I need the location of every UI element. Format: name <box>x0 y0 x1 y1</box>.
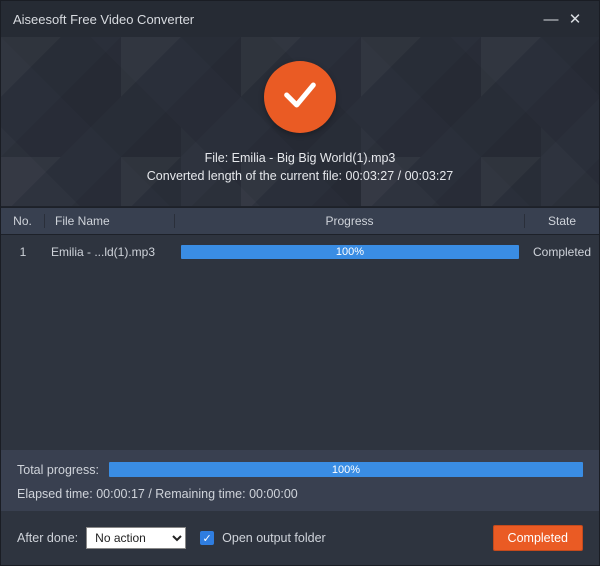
cell-progress: 100% <box>175 245 525 259</box>
after-done-label: After done: <box>17 531 78 545</box>
file-rows: 1 Emilia - ...ld(1).mp3 100% Completed <box>1 235 599 450</box>
close-button[interactable]: ✕ <box>563 10 587 28</box>
table-header: No. File Name Progress State <box>1 207 599 235</box>
col-header-state: State <box>525 214 599 228</box>
col-header-no: No. <box>1 214 45 228</box>
success-circle <box>264 61 336 133</box>
status-banner: File: Emilia - Big Big World(1).mp3 Conv… <box>1 37 599 207</box>
open-output-checkbox[interactable]: ✓ <box>200 531 214 545</box>
check-icon <box>280 75 320 118</box>
minimize-button[interactable]: ― <box>539 11 563 28</box>
col-header-name: File Name <box>45 214 175 228</box>
completed-button[interactable]: Completed <box>493 525 583 551</box>
cell-no: 1 <box>1 245 45 259</box>
app-title: Aiseesoft Free Video Converter <box>13 12 539 27</box>
action-bar: After done: No action ✓ Open output fold… <box>1 511 599 565</box>
col-header-progress: Progress <box>175 214 525 228</box>
cell-name: Emilia - ...ld(1).mp3 <box>45 245 175 259</box>
total-progress-panel: Total progress: 100% Elapsed time: 00:00… <box>1 450 599 511</box>
current-file-label: File: Emilia - Big Big World(1).mp3 <box>205 151 396 165</box>
converted-length-label: Converted length of the current file: 00… <box>147 169 453 183</box>
cell-state: Completed <box>525 245 599 259</box>
time-summary: Elapsed time: 00:00:17 / Remaining time:… <box>17 487 583 501</box>
after-done-select[interactable]: No action <box>86 527 186 549</box>
total-progress-pct: 100% <box>109 462 583 477</box>
row-progress-label: 100% <box>181 245 519 259</box>
total-progress-label: Total progress: <box>17 463 99 477</box>
total-progress-bar: 100% <box>109 462 583 477</box>
row-progress-bar: 100% <box>181 245 519 259</box>
app-window: Aiseesoft Free Video Converter ― ✕ File:… <box>0 0 600 566</box>
table-row: 1 Emilia - ...ld(1).mp3 100% Completed <box>1 235 599 269</box>
open-output-label: Open output folder <box>222 531 326 545</box>
titlebar: Aiseesoft Free Video Converter ― ✕ <box>1 1 599 37</box>
